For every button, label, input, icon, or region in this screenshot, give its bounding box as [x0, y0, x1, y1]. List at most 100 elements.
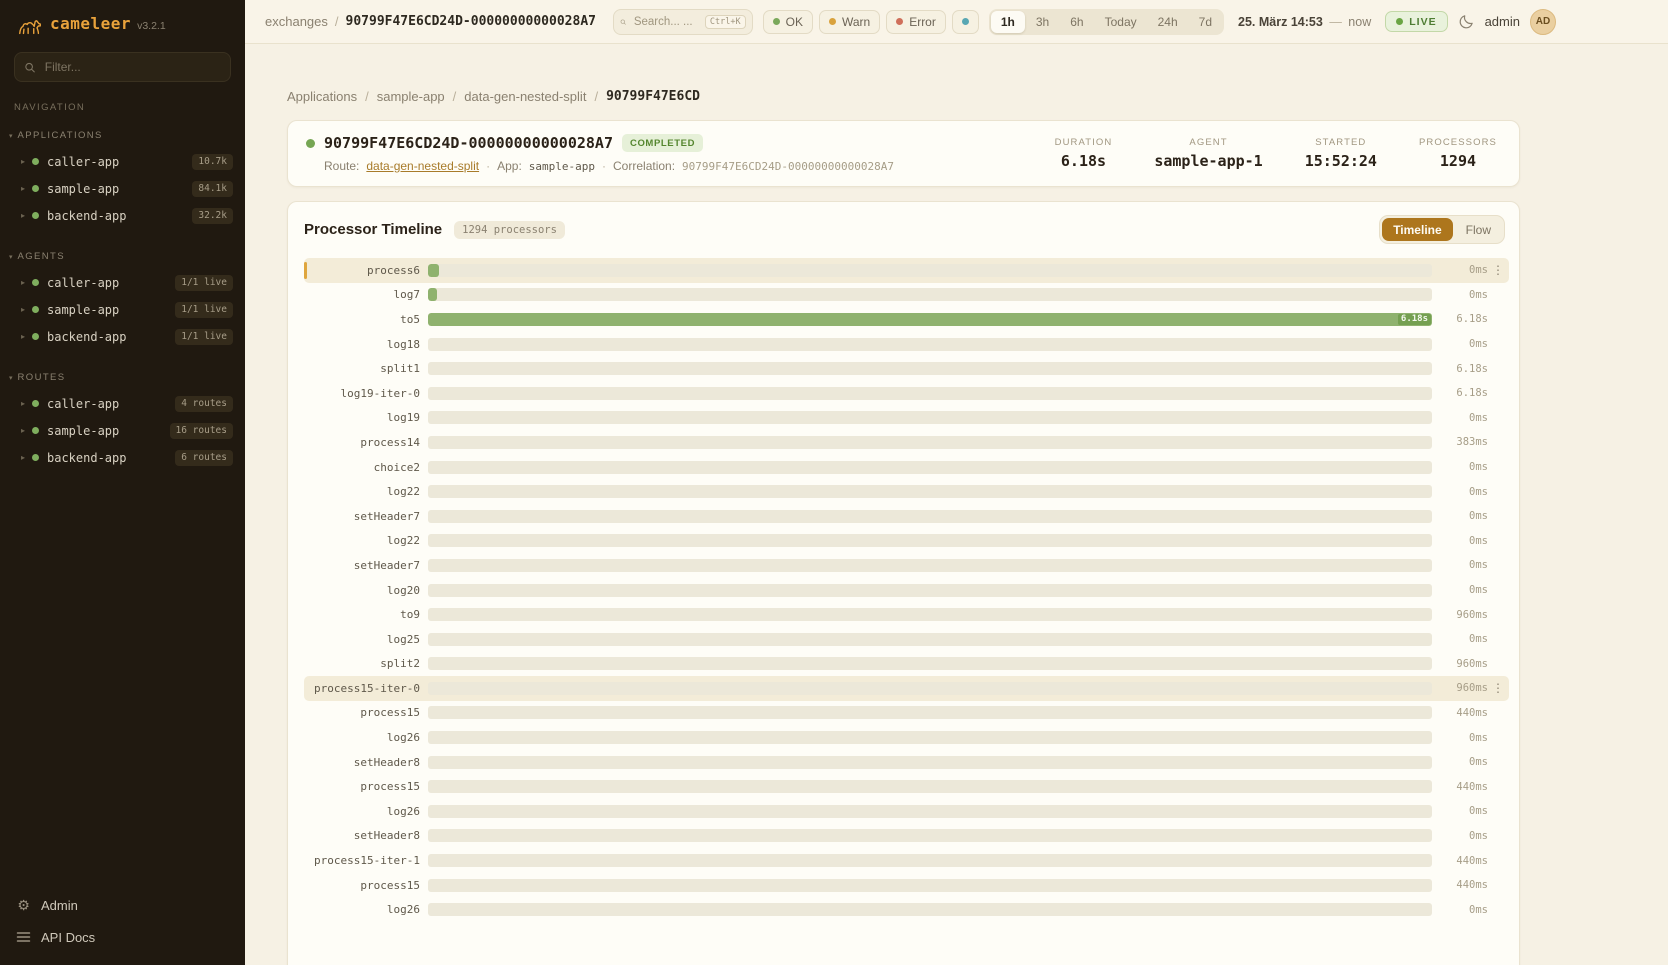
sidebar-item-applications-backend-app[interactable]: ▸backend-app32.2k	[0, 202, 245, 229]
avatar[interactable]: AD	[1530, 9, 1556, 35]
timeline-row-setHeader7[interactable]: setHeader70ms⋮	[304, 553, 1509, 578]
sidebar-item-agents-sample-app[interactable]: ▸sample-app1/1 live	[0, 296, 245, 323]
status-dot	[306, 139, 315, 148]
processor-name: log18	[304, 338, 420, 351]
timeline-row-to9[interactable]: to9960ms⋮	[304, 602, 1509, 627]
timeline-row-process15[interactable]: process15440ms⋮	[304, 701, 1509, 726]
time-range-3h[interactable]: 3h	[1026, 11, 1059, 33]
sidebar-section-agents: ▾AGENTS▸caller-app1/1 live▸sample-app1/1…	[0, 248, 245, 350]
timeline-row-log26[interactable]: log260ms⋮	[304, 897, 1509, 922]
sidebar-item-api-docs[interactable]: API Docs	[0, 921, 245, 953]
sidebar-item-applications-caller-app[interactable]: ▸caller-app10.7k	[0, 148, 245, 175]
timeline-row-log7[interactable]: log70ms⋮	[304, 283, 1509, 308]
status-dot	[32, 427, 39, 434]
section-header-applications[interactable]: ▾APPLICATIONS	[0, 127, 245, 148]
timeline-row-split2[interactable]: split2960ms⋮	[304, 652, 1509, 677]
item-name: backend-app	[47, 330, 126, 344]
timeline-row-log26[interactable]: log260ms⋮	[304, 725, 1509, 750]
moon-icon[interactable]	[1458, 13, 1475, 30]
timeline-row-setHeader8[interactable]: setHeader80ms⋮	[304, 824, 1509, 849]
sidebar-item-routes-backend-app[interactable]: ▸backend-app6 routes	[0, 444, 245, 471]
row-duration: 383ms	[1442, 436, 1488, 448]
time-range-1h[interactable]: 1h	[991, 11, 1025, 33]
timeline-row-log25[interactable]: log250ms⋮	[304, 627, 1509, 652]
timeline-row-log19[interactable]: log190ms⋮	[304, 406, 1509, 431]
item-caret-icon: ▸	[21, 399, 32, 408]
sidebar-item-routes-sample-app[interactable]: ▸sample-app16 routes	[0, 417, 245, 444]
timeline-row-setHeader7[interactable]: setHeader70ms⋮	[304, 504, 1509, 529]
timeline-row-log26[interactable]: log260ms⋮	[304, 799, 1509, 824]
timeline-row-process15-iter-1[interactable]: process15-iter-1440ms⋮	[304, 848, 1509, 873]
app-value[interactable]: sample-app	[529, 160, 595, 173]
processor-name: split1	[304, 362, 420, 375]
status-dot	[962, 18, 969, 25]
search-icon	[24, 61, 36, 74]
timeline-track	[428, 829, 1432, 842]
timeline-row-split1[interactable]: split16.18s⋮	[304, 356, 1509, 381]
timeline-track	[428, 461, 1432, 474]
time-range-today[interactable]: Today	[1095, 11, 1147, 33]
status-dot	[32, 212, 39, 219]
breadcrumb-item[interactable]: sample-app	[377, 89, 445, 104]
processor-name: log19	[304, 411, 420, 424]
time-range-7d[interactable]: 7d	[1189, 11, 1222, 33]
timeline-track	[428, 485, 1432, 498]
filter-chip-extra[interactable]	[952, 10, 979, 34]
section-header-agents[interactable]: ▾AGENTS	[0, 248, 245, 269]
sidebar-item-routes-caller-app[interactable]: ▸caller-app4 routes	[0, 390, 245, 417]
route-link[interactable]: data-gen-nested-split	[366, 159, 479, 173]
chip-label: Error	[909, 15, 936, 29]
processor-name: log19-iter-0	[304, 387, 420, 400]
view-flow-button[interactable]: Flow	[1455, 218, 1502, 241]
processor-name: process6	[304, 264, 420, 277]
timeline-row-process15[interactable]: process15440ms⋮	[304, 873, 1509, 898]
sidebar-item-agents-caller-app[interactable]: ▸caller-app1/1 live	[0, 269, 245, 296]
sidebar-filter-input[interactable]	[43, 59, 221, 75]
timeline-track	[428, 411, 1432, 424]
item-name: caller-app	[47, 276, 119, 290]
row-menu-icon[interactable]: ⋮	[1491, 263, 1505, 277]
filter-chip-ok[interactable]: OK	[763, 10, 813, 34]
logo[interactable]: cameleer v3.2.1	[0, 0, 245, 44]
view-timeline-button[interactable]: Timeline	[1382, 218, 1452, 241]
navigation-label: NAVIGATION	[14, 102, 245, 113]
stat-label: DURATION	[1055, 137, 1113, 148]
item-badge: 16 routes	[170, 423, 233, 439]
breadcrumb-section[interactable]: exchanges	[265, 14, 328, 29]
section-header-routes[interactable]: ▾ROUTES	[0, 369, 245, 390]
correlation-value: 90799F47E6CD24D-00000000000028A7	[682, 160, 894, 173]
timeline-row-choice2[interactable]: choice20ms⋮	[304, 455, 1509, 480]
sidebar-item-agents-backend-app[interactable]: ▸backend-app1/1 live	[0, 323, 245, 350]
timeline-row-process15-iter-0[interactable]: process15-iter-0960ms⋮	[304, 676, 1509, 701]
breadcrumb-item[interactable]: data-gen-nested-split	[464, 89, 586, 104]
breadcrumb-item[interactable]: Applications	[287, 89, 357, 104]
timeline-row-log18[interactable]: log180ms⋮	[304, 332, 1509, 357]
timeline-row-process6[interactable]: process60ms⋮	[304, 258, 1509, 283]
filter-chip-error[interactable]: Error	[886, 10, 946, 34]
timeline-row-to5[interactable]: to56.18s6.18s⋮	[304, 307, 1509, 332]
timeline-row-log20[interactable]: log200ms⋮	[304, 578, 1509, 603]
timeline-row-log22[interactable]: log220ms⋮	[304, 529, 1509, 554]
timeline-track	[428, 534, 1432, 547]
exchange-card: 90799F47E6CD24D-00000000000028A7 COMPLET…	[287, 120, 1520, 187]
sidebar-item-applications-sample-app[interactable]: ▸sample-app84.1k	[0, 175, 245, 202]
global-search[interactable]: Ctrl+K	[613, 9, 753, 35]
live-badge[interactable]: LIVE	[1385, 11, 1447, 32]
sidebar-item-admin[interactable]: ⚙ Admin	[0, 889, 245, 921]
item-badge: 84.1k	[192, 181, 233, 197]
timeline-row-process14[interactable]: process14383ms⋮	[304, 430, 1509, 455]
item-caret-icon: ▸	[21, 426, 32, 435]
sidebar-filter[interactable]	[14, 52, 231, 82]
timeline-row-log19-iter-0[interactable]: log19-iter-06.18s⋮	[304, 381, 1509, 406]
timeline-row-setHeader8[interactable]: setHeader80ms⋮	[304, 750, 1509, 775]
row-menu-icon[interactable]: ⋮	[1491, 681, 1505, 695]
filter-chip-warn[interactable]: Warn	[819, 10, 880, 34]
processor-name: process15	[304, 706, 420, 719]
timeline-row-process15[interactable]: process15440ms⋮	[304, 774, 1509, 799]
stat-label: PROCESSORS	[1419, 137, 1497, 148]
time-range-6h[interactable]: 6h	[1060, 11, 1093, 33]
global-search-input[interactable]	[632, 15, 699, 29]
time-range-24h[interactable]: 24h	[1148, 11, 1188, 33]
date-range[interactable]: 25. März 14:53 — now	[1238, 15, 1371, 29]
timeline-row-log22[interactable]: log220ms⋮	[304, 479, 1509, 504]
